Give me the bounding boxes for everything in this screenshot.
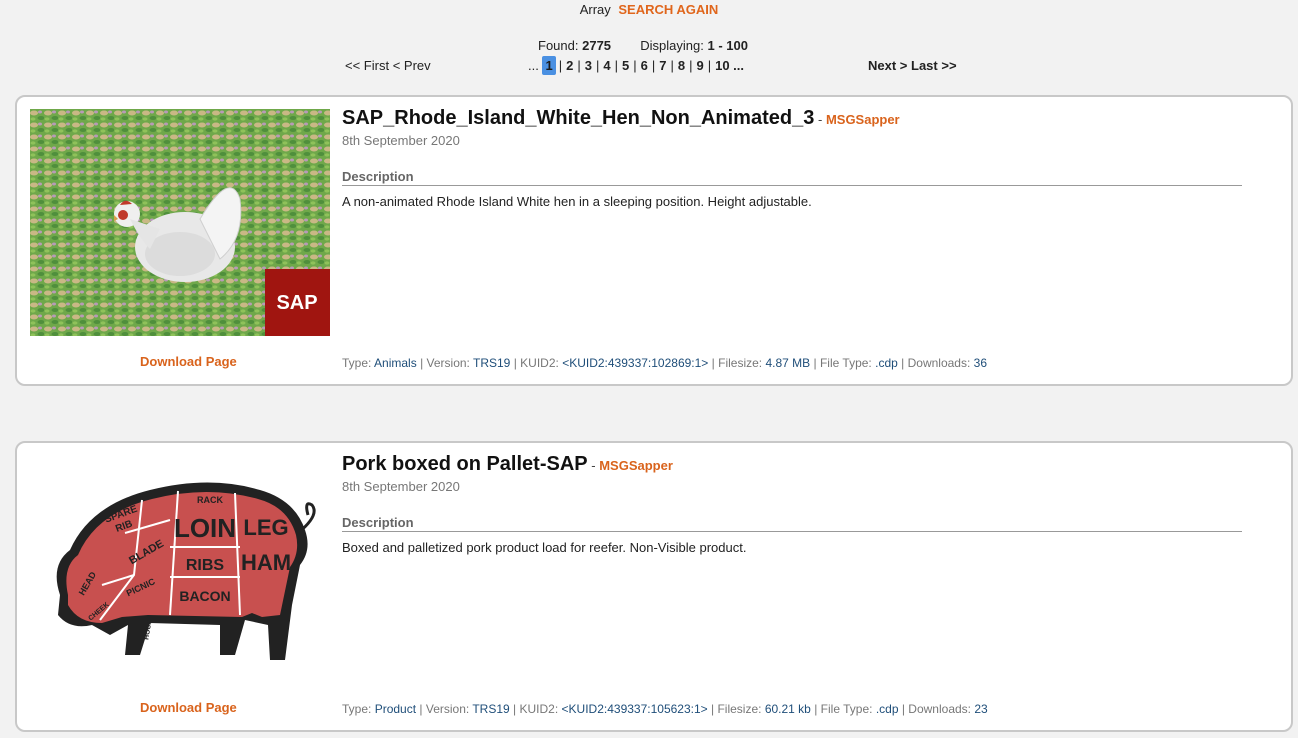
page-link-10[interactable]: 10 ... [714,58,745,73]
kuid-label: | KUID2: [513,702,559,716]
found-count: 2775 [582,38,612,53]
description-text: A non-animated Rhode Island White hen in… [342,194,812,209]
filetype-label: | File Type: [813,356,872,370]
page-link-9[interactable]: 9 [695,58,704,73]
displaying-range: 1 - 100 [707,38,748,53]
displaying-label: Displaying: [640,38,704,53]
description-text: Boxed and palletized pork product load f… [342,540,747,555]
cut-label-loin: LOIN [174,513,236,543]
top-search-line: Array SEARCH AGAIN [0,2,1298,17]
page-link-4[interactable]: 4 [602,58,611,73]
hen-image: SAP [30,109,330,336]
filetype-label: | File Type: [814,702,873,716]
pork-thumbnail[interactable]: RACK SPARE RIB BLADE LOIN LEG HAM PICNIC… [30,455,330,682]
kuid-label: | KUID2: [513,356,559,370]
type-value-link[interactable]: Animals [374,356,417,370]
author-separator: - [591,458,596,473]
filesize-value: 60.21 kb [764,702,811,716]
download-page-link[interactable]: Download Page [140,700,237,715]
version-value-link[interactable]: TRS19 [473,356,510,370]
cut-label-leg: LEG [243,515,288,540]
filetype-value: .cdp [875,356,898,370]
item-title-row: SAP_Rhode_Island_White_Hen_Non_Animated_… [342,107,900,130]
pagination-back: << First < Prev [345,58,431,73]
cut-label-bacon: BACON [179,588,230,604]
version-label: | Version: [420,356,470,370]
version-label: | Version: [419,702,470,716]
result-card: RACK SPARE RIB BLADE LOIN LEG HAM PICNIC… [15,441,1293,732]
page-link-1[interactable]: 1 [542,56,556,75]
last-page-link[interactable]: Last >> [911,58,957,73]
array-label: Array [579,2,611,17]
pages-ellipsis: ... [528,58,539,73]
item-date: 8th September 2020 [342,479,460,494]
description-heading: Description [342,515,1242,532]
pork-cuts-image: RACK SPARE RIB BLADE LOIN LEG HAM PICNIC… [30,455,330,682]
filesize-label: | Filesize: [711,356,763,370]
author-separator: - [817,112,823,127]
downloads-label: | Downloads: [901,702,971,716]
pagination-forward: Next > Last >> [868,58,957,73]
search-again-link[interactable]: SEARCH AGAIN [618,2,718,17]
page-link-6[interactable]: 6 [640,58,649,73]
prev-page-link[interactable]: < Prev [393,58,431,73]
downloads-value: 36 [973,356,988,370]
results-summary: Found: 2775 Displaying: 1 - 100 [538,38,748,53]
found-label: Found: [538,38,579,53]
type-label: Type: [342,356,372,370]
first-page-link[interactable]: << First [345,58,389,73]
page-link-5[interactable]: 5 [621,58,630,73]
type-label: Type: [342,702,372,716]
version-value-link[interactable]: TRS19 [472,702,509,716]
result-card: SAP Download Page SAP_Rhode_Island_White… [15,95,1293,386]
author-link[interactable]: MSGSapper [599,458,673,473]
hen-thumbnail[interactable]: SAP [30,109,330,336]
filesize-value: 4.87 MB [765,356,811,370]
item-title[interactable]: SAP_Rhode_Island_White_Hen_Non_Animated_… [342,107,814,129]
type-value-link[interactable]: Product [375,702,416,716]
download-page-link[interactable]: Download Page [140,354,237,369]
item-metadata: Type: Animals | Version: TRS19 | KUID2: … [342,356,987,370]
author-link[interactable]: MSGSapper [826,112,900,127]
page-link-3[interactable]: 3 [584,58,593,73]
filetype-value: .cdp [875,702,899,716]
cut-label-ribs: RIBS [186,557,225,574]
cut-label-ham: HAM [241,550,291,575]
next-page-link[interactable]: Next > [868,58,907,73]
downloads-value: 23 [974,702,988,716]
page-numbers: ... 1 | 2 | 3 | 4 | 5 | 6 | 7 | 8 | 9 | 10 ... [528,56,745,75]
page-link-8[interactable]: 8 [677,58,686,73]
sap-badge-text: SAP [276,292,317,314]
downloads-label: | Downloads: [901,356,971,370]
kuid-value: <KUID2:439337:105623:1> [561,702,708,716]
item-title-row: Pork boxed on Pallet-SAP - MSGSapper [342,453,673,476]
item-date: 8th September 2020 [342,133,460,148]
item-title[interactable]: Pork boxed on Pallet-SAP [342,453,588,475]
kuid-value: <KUID2:439337:102869:1> [562,356,709,370]
page-link-2[interactable]: 2 [565,58,574,73]
filesize-label: | Filesize: [711,702,762,716]
description-heading: Description [342,169,1242,186]
cut-label-rack: RACK [197,495,223,505]
pagination: << First < Prev ... 1 | 2 | 3 | 4 | 5 | 6 | 7 | 8 | 9 | 10… [0,56,1298,78]
item-metadata: Type: Product | Version: TRS19 | KUID2: … [342,702,988,716]
